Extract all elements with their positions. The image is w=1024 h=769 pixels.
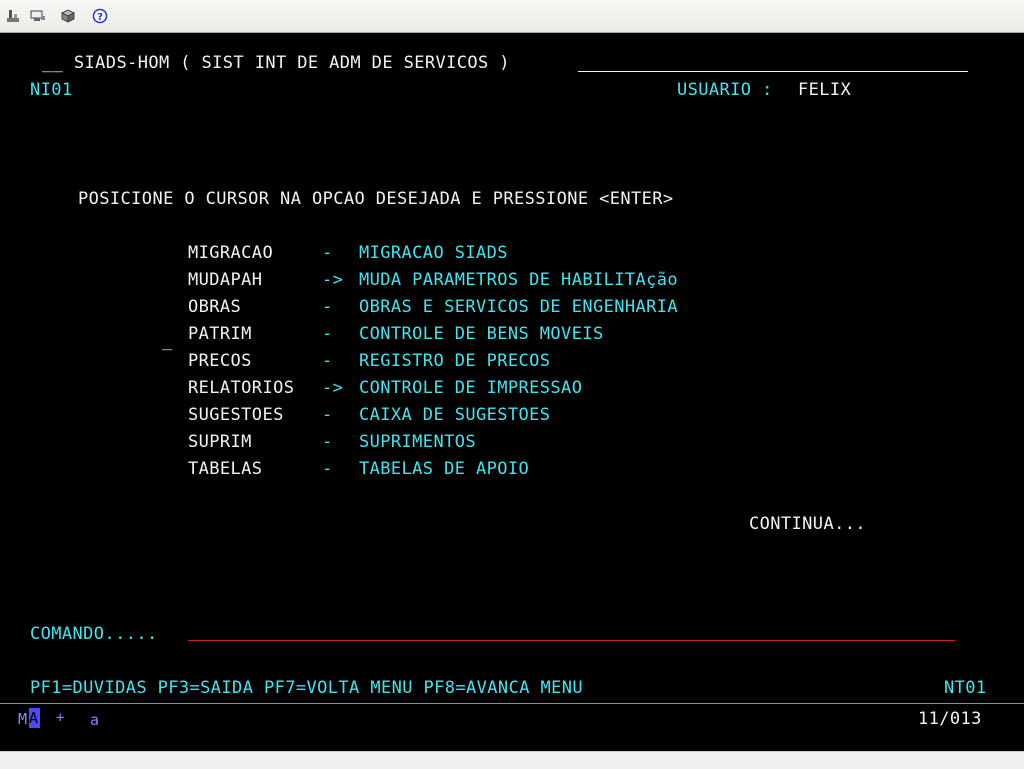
menu-separator: -: [322, 405, 333, 425]
menu-code: PRECOS: [188, 351, 252, 371]
menu-code: SUGESTOES: [188, 405, 284, 425]
menu-separator: -: [322, 243, 333, 263]
emulator-toolbar: ?: [0, 0, 1024, 33]
menu-separator: -: [322, 324, 333, 344]
menu-description: REGISTRO DE PRECOS: [359, 351, 551, 371]
window-bottom-bar: [0, 751, 1024, 769]
instruction-text: POSICIONE O CURSOR NA OPCAO DESEJADA E P…: [78, 189, 674, 209]
cursor-position: 11/013: [918, 709, 982, 729]
function-keys: PF1=DUVIDAS PF3=SAIDA PF7=VOLTA MENU PF8…: [30, 678, 584, 698]
cursor-marker: _: [162, 331, 173, 351]
menu-description: OBRAS E SERVICOS DE ENGENHARIA: [359, 297, 679, 317]
help-icon[interactable]: ?: [92, 8, 108, 24]
screen-code: NT01: [944, 678, 987, 698]
package-icon[interactable]: [60, 8, 76, 24]
screen-id: NI01: [30, 80, 73, 100]
system-title: __ SIADS-HOM ( SIST INT DE ADM DE SERVIC…: [42, 53, 510, 73]
session-cursor: A: [29, 708, 40, 728]
menu-description: MUDA PARAMETROS DE HABILITAção: [359, 270, 679, 290]
session-prefix: M: [18, 710, 28, 728]
menu-code: OBRAS: [188, 297, 242, 317]
send-icon[interactable]: [30, 8, 46, 24]
user-label: USUARIO :: [677, 80, 773, 100]
menu-separator: ->: [322, 270, 344, 290]
menu-code: RELATORIOS: [188, 378, 295, 398]
menu-separator: -: [322, 432, 333, 452]
title-underline: [578, 71, 968, 72]
menu-description: MIGRACAO SIADS: [359, 243, 508, 263]
menu-code: TABELAS: [188, 459, 263, 479]
menu-description: CAIXA DE SUGESTOES: [359, 405, 551, 425]
menu-separator: ->: [322, 378, 344, 398]
menu-code: PATRIM: [188, 324, 252, 344]
menu-code: SUPRIM: [188, 432, 252, 452]
input-mode: a: [90, 711, 100, 729]
menu-separator: -: [322, 297, 333, 317]
terminal-screen[interactable]: __ SIADS-HOM ( SIST INT DE ADM DE SERVIC…: [0, 33, 1024, 751]
print-icon[interactable]: [6, 8, 22, 24]
command-label: COMANDO.....: [30, 624, 158, 644]
continua-label: CONTINUA...: [749, 514, 866, 534]
menu-code: MUDAPAH: [188, 270, 263, 290]
menu-description: CONTROLE DE IMPRESSAO: [359, 378, 583, 398]
user-name: FELIX: [798, 80, 852, 100]
svg-text:?: ?: [97, 12, 103, 23]
status-indicator: +: [56, 710, 65, 726]
menu-separator: -: [322, 351, 333, 371]
menu-code: MIGRACAO: [188, 243, 274, 263]
menu-separator: -: [322, 459, 333, 479]
menu-description: SUPRIMENTOS: [359, 432, 476, 452]
menu-description: CONTROLE DE BENS MOVEIS: [359, 324, 604, 344]
menu-description: TABELAS DE APOIO: [359, 459, 530, 479]
status-divider: [0, 703, 1024, 704]
command-input[interactable]: [188, 624, 955, 641]
